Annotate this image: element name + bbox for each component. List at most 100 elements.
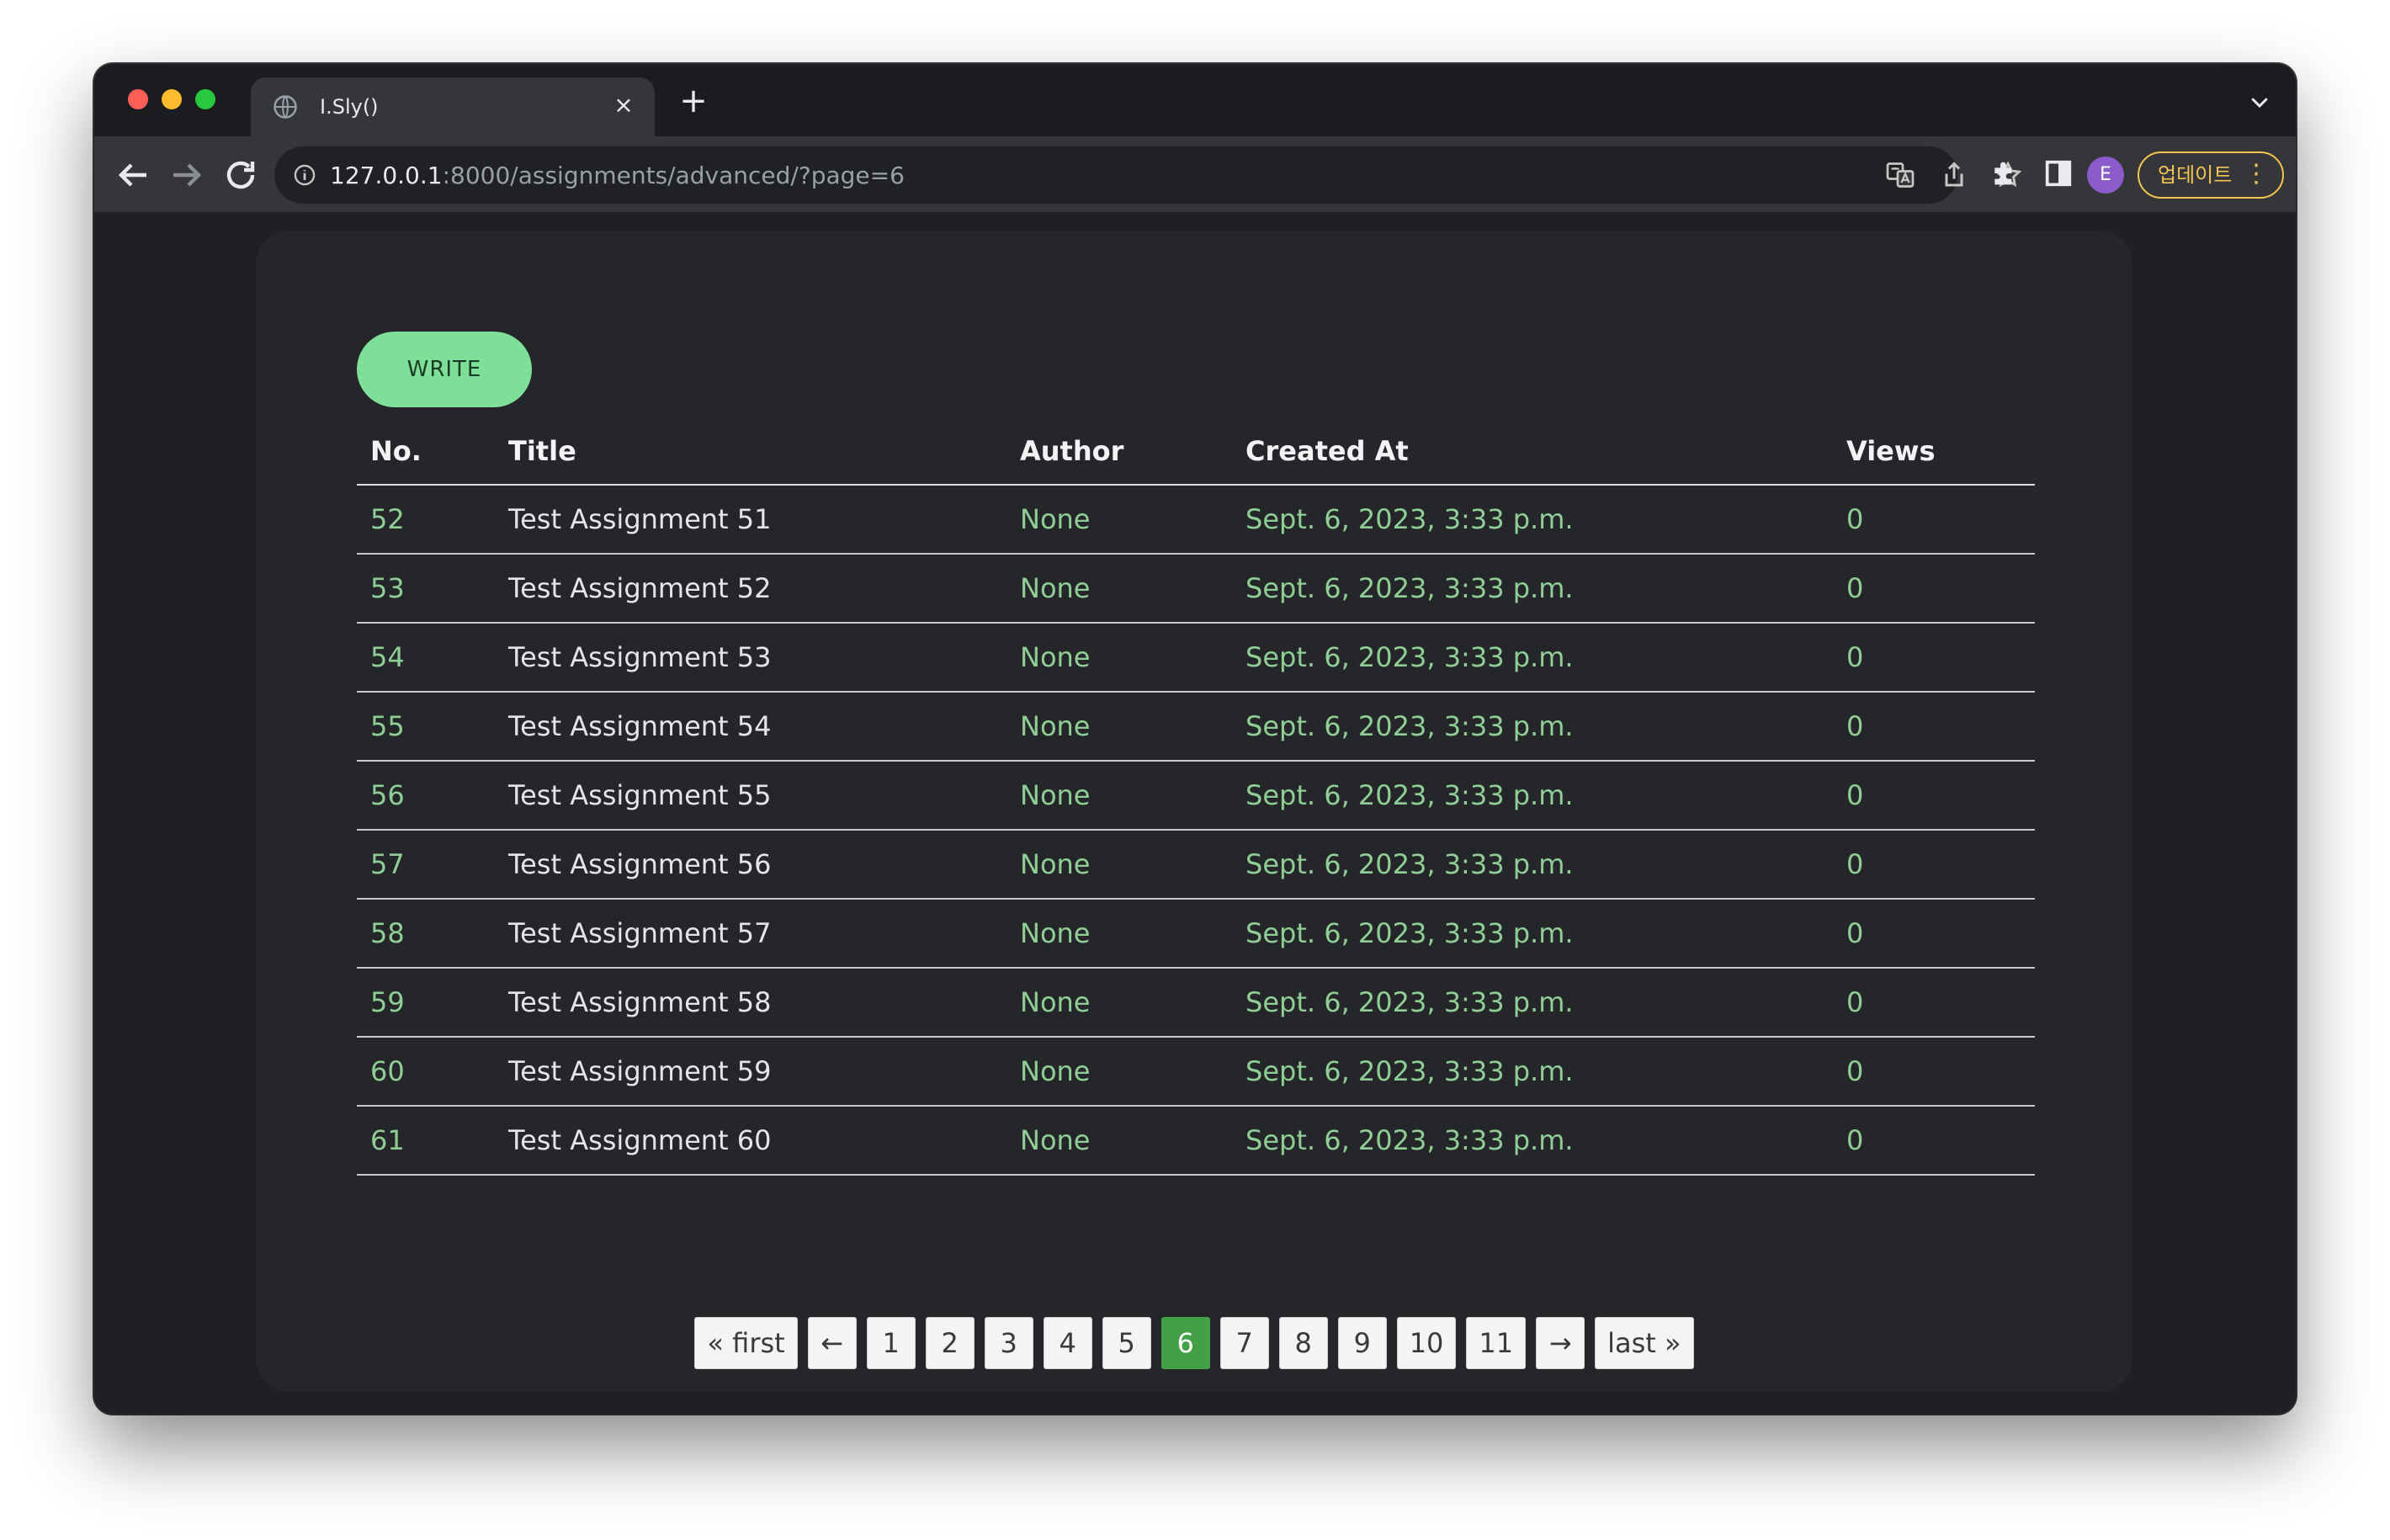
row-views: 0: [1833, 623, 2035, 693]
row-created-at: Sept. 6, 2023, 3:33 p.m.: [1232, 761, 1833, 831]
pagination-page-7[interactable]: 7: [1219, 1317, 1269, 1369]
row-number: 54: [357, 623, 495, 693]
row-author: None: [1006, 485, 1232, 555]
more-menu-icon[interactable]: ⋮: [2244, 153, 2269, 195]
pagination-page-2[interactable]: 2: [925, 1317, 975, 1369]
pagination-first-button[interactable]: « first: [694, 1317, 798, 1369]
table-row[interactable]: 57 Test Assignment 56 None Sept. 6, 2023, 3…: [357, 830, 2035, 900]
column-header-no: No.: [357, 417, 495, 486]
row-author: None: [1006, 899, 1232, 969]
puzzle-extension-icon[interactable]: [1988, 157, 2021, 190]
table-row[interactable]: 56 Test Assignment 55 None Sept. 6, 2023, 3…: [357, 761, 2035, 831]
row-number: 60: [357, 1037, 495, 1107]
update-button[interactable]: 업데이트 ⋮: [2138, 151, 2284, 199]
tab-close-icon[interactable]: ×: [609, 91, 638, 119]
pagination-page-9[interactable]: 9: [1337, 1317, 1387, 1369]
tab-title: I.Sly(): [320, 95, 379, 119]
column-header-views: Views: [1833, 417, 2035, 486]
table-body: 52 Test Assignment 51 None Sept. 6, 2023, 3…: [357, 485, 2035, 1176]
row-created-at: Sept. 6, 2023, 3:33 p.m.: [1232, 554, 1833, 624]
tab-strip: I.Sly() × +: [94, 64, 2296, 136]
table-row[interactable]: 55 Test Assignment 54 None Sept. 6, 2023, 3…: [357, 692, 2035, 762]
row-number: 53: [357, 554, 495, 624]
row-title[interactable]: Test Assignment 58: [495, 968, 1006, 1038]
pagination-prev-button[interactable]: ←: [807, 1317, 857, 1369]
new-tab-button[interactable]: +: [677, 84, 710, 119]
close-window-button[interactable]: [128, 89, 148, 109]
row-title[interactable]: Test Assignment 59: [495, 1037, 1006, 1107]
info-icon[interactable]: [293, 163, 316, 187]
url-host: 127.0.0.1: [330, 162, 443, 189]
tab-search-chevron-icon[interactable]: [2247, 89, 2272, 114]
share-icon[interactable]: [1939, 160, 1969, 190]
table-header-row: No. Title Author Created At Views: [357, 417, 2035, 486]
address-bar[interactable]: 127.0.0.1:8000/assignments/advanced/?pag…: [274, 146, 2022, 204]
table-row[interactable]: 52 Test Assignment 51 None Sept. 6, 2023, 3…: [357, 485, 2035, 555]
row-number: 58: [357, 899, 495, 969]
pagination-page-11[interactable]: 11: [1466, 1317, 1527, 1369]
table-row[interactable]: 54 Test Assignment 53 None Sept. 6, 2023, 3…: [357, 623, 2035, 693]
row-title[interactable]: Test Assignment 51: [495, 485, 1006, 555]
row-author: None: [1006, 1106, 1232, 1176]
row-title[interactable]: Test Assignment 57: [495, 899, 1006, 969]
row-created-at: Sept. 6, 2023, 3:33 p.m.: [1232, 899, 1833, 969]
row-views: 0: [1833, 1037, 2035, 1107]
browser-window: I.Sly() × + 127.0.0.1:8000/assignments/a…: [94, 64, 2296, 1414]
row-title[interactable]: Test Assignment 54: [495, 692, 1006, 762]
pagination-page-8[interactable]: 8: [1278, 1317, 1328, 1369]
table-row[interactable]: 59 Test Assignment 58 None Sept. 6, 2023, 3…: [357, 968, 2035, 1038]
browser-tab[interactable]: I.Sly() ×: [251, 77, 655, 136]
reload-icon[interactable]: [220, 155, 261, 195]
row-author: None: [1006, 692, 1232, 762]
url-path: :8000/assignments/advanced/?page=6: [442, 162, 905, 189]
table-row[interactable]: 60 Test Assignment 59 None Sept. 6, 2023, 3…: [357, 1037, 2035, 1107]
row-author: None: [1006, 830, 1232, 900]
translate-icon[interactable]: [1885, 160, 1915, 190]
row-created-at: Sept. 6, 2023, 3:33 p.m.: [1232, 623, 1833, 693]
table-row[interactable]: 58 Test Assignment 57 None Sept. 6, 2023, 3…: [357, 899, 2035, 969]
row-created-at: Sept. 6, 2023, 3:33 p.m.: [1232, 692, 1833, 762]
table-row[interactable]: 61 Test Assignment 60 None Sept. 6, 2023, 3…: [357, 1106, 2035, 1176]
pagination-last-button[interactable]: last »: [1595, 1317, 1694, 1369]
pagination-page-6[interactable]: 6: [1160, 1317, 1210, 1369]
pagination-page-5[interactable]: 5: [1102, 1317, 1151, 1369]
row-created-at: Sept. 6, 2023, 3:33 p.m.: [1232, 1106, 1833, 1176]
profile-avatar[interactable]: E: [2087, 157, 2124, 194]
globe-icon: [274, 95, 297, 119]
row-views: 0: [1833, 968, 2035, 1038]
row-title[interactable]: Test Assignment 55: [495, 761, 1006, 831]
column-header-created-at: Created At: [1232, 417, 1833, 486]
row-title[interactable]: Test Assignment 60: [495, 1106, 1006, 1176]
url-text[interactable]: 127.0.0.1:8000/assignments/advanced/?pag…: [330, 162, 905, 189]
pagination-page-3[interactable]: 3: [984, 1317, 1033, 1369]
row-title[interactable]: Test Assignment 52: [495, 554, 1006, 624]
forward-arrow-icon[interactable]: [167, 155, 207, 195]
back-arrow-icon[interactable]: [113, 155, 153, 195]
row-author: None: [1006, 623, 1232, 693]
assignments-table: No. Title Author Created At Views 52 Test…: [357, 417, 2035, 1176]
pagination-page-10[interactable]: 10: [1396, 1317, 1457, 1369]
row-title[interactable]: Test Assignment 56: [495, 830, 1006, 900]
row-author: None: [1006, 554, 1232, 624]
column-header-title: Title: [495, 417, 1006, 486]
write-button[interactable]: WRITE: [357, 332, 532, 407]
row-created-at: Sept. 6, 2023, 3:33 p.m.: [1232, 968, 1833, 1038]
minimize-window-button[interactable]: [162, 89, 182, 109]
pagination-page-4[interactable]: 4: [1043, 1317, 1092, 1369]
row-number: 59: [357, 968, 495, 1038]
row-views: 0: [1833, 485, 2035, 555]
row-views: 0: [1833, 1106, 2035, 1176]
row-title[interactable]: Test Assignment 53: [495, 623, 1006, 693]
row-author: None: [1006, 1037, 1232, 1107]
row-number: 56: [357, 761, 495, 831]
pagination-page-1[interactable]: 1: [866, 1317, 916, 1369]
maximize-window-button[interactable]: [195, 89, 215, 109]
row-views: 0: [1833, 692, 2035, 762]
table-row[interactable]: 53 Test Assignment 52 None Sept. 6, 2023, 3…: [357, 554, 2035, 624]
side-panel-icon[interactable]: [2042, 157, 2075, 190]
row-views: 0: [1833, 554, 2035, 624]
browser-toolbar: 127.0.0.1:8000/assignments/advanced/?pag…: [94, 136, 2296, 214]
pagination: « first ← 1 2 3 4 5 6 7 8 9 10 11 → last »: [256, 1316, 2132, 1370]
pagination-next-button[interactable]: →: [1536, 1317, 1585, 1369]
row-number: 52: [357, 485, 495, 555]
